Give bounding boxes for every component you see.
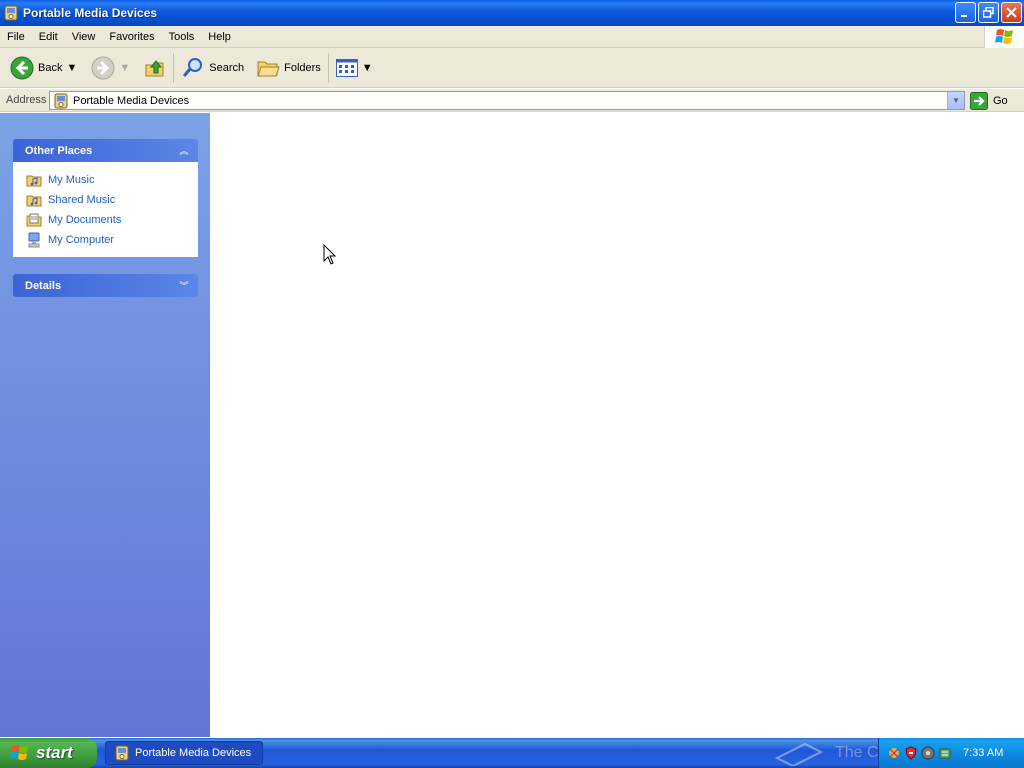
clock[interactable]: 7:33 AM — [963, 747, 1003, 759]
media-device-icon — [115, 745, 129, 761]
music-folder-icon — [26, 175, 42, 187]
start-label: start — [36, 743, 73, 762]
menu-help[interactable]: Help — [201, 27, 238, 47]
toolbar-separator — [327, 52, 329, 83]
menu-edit[interactable]: Edit — [32, 27, 65, 47]
other-places-header[interactable]: Other Places ︽ — [13, 139, 198, 162]
watermark-logo-icon — [775, 742, 824, 766]
menu-tools[interactable]: Tools — [162, 27, 202, 47]
tray-network-icon[interactable] — [887, 746, 901, 760]
system-tray: 7:33 AM — [878, 738, 1024, 768]
folders-button[interactable]: Folders — [252, 51, 325, 85]
search-label: Search — [209, 61, 245, 74]
place-label: My Computer — [48, 234, 115, 246]
place-label: Shared Music — [48, 194, 116, 206]
place-my-music[interactable]: My Music — [26, 170, 197, 190]
minimize-icon — [961, 15, 967, 17]
tray-security-shield-icon[interactable] — [904, 746, 918, 760]
task-pane: Other Places ︽ My Music Shared Music My … — [0, 113, 210, 737]
forward-arrow-icon — [91, 56, 115, 79]
collapse-chevron-icon[interactable]: ︽ — [176, 143, 192, 159]
up-folder-button[interactable] — [140, 51, 170, 85]
details-box: Details ︾ — [13, 274, 198, 297]
taskbar: start Portable Media Devices The Compute… — [0, 738, 1024, 768]
back-button[interactable]: Back ▼ — [6, 51, 81, 85]
expand-chevron-icon[interactable]: ︾ — [176, 278, 192, 294]
place-my-documents[interactable]: My Documents — [26, 210, 197, 230]
other-places-list: My Music Shared Music My Documents My Co… — [13, 162, 198, 257]
place-label: My Music — [48, 174, 95, 186]
go-arrow-icon — [970, 91, 988, 110]
media-device-icon — [54, 93, 68, 108]
place-label: My Documents — [48, 214, 122, 226]
minimize-button[interactable] — [955, 2, 976, 23]
title-bar[interactable]: Portable Media Devices — [0, 0, 1024, 26]
place-shared-music[interactable]: Shared Music — [26, 190, 197, 210]
windows-logo-icon — [10, 745, 28, 760]
chevron-down-icon: ▼ — [952, 96, 960, 105]
views-icon — [335, 58, 358, 77]
taskbar-window-button[interactable]: Portable Media Devices — [105, 741, 263, 765]
back-dropdown-icon[interactable]: ▼ — [66, 62, 77, 74]
forward-button[interactable]: ▼ — [87, 51, 134, 85]
close-icon — [1006, 7, 1017, 18]
media-device-icon — [4, 5, 18, 21]
other-places-title: Other Places — [25, 144, 93, 157]
folders-label: Folders — [284, 61, 321, 74]
toolbar: Back ▼ ▼ Search Folders ▼ — [0, 48, 1024, 88]
details-title: Details — [25, 279, 62, 292]
up-folder-icon — [145, 59, 164, 76]
documents-folder-icon — [26, 213, 42, 227]
menu-favorites[interactable]: Favorites — [102, 27, 161, 47]
menu-file[interactable]: File — [0, 27, 32, 47]
restore-button[interactable] — [978, 2, 999, 23]
toolbar-separator — [173, 52, 175, 83]
address-bar: Address Portable Media Devices ▼ Go — [0, 89, 1024, 112]
close-button[interactable] — [1001, 2, 1022, 23]
go-label: Go — [993, 94, 1008, 107]
window-title: Portable Media Devices — [23, 6, 158, 20]
views-button[interactable]: ▼ — [332, 51, 377, 85]
place-my-computer[interactable]: My Computer — [26, 230, 197, 250]
menu-bar: File Edit View Favorites Tools Help — [0, 26, 1024, 48]
search-icon — [183, 57, 203, 77]
address-dropdown-button[interactable]: ▼ — [947, 92, 964, 109]
search-button[interactable]: Search — [177, 51, 248, 85]
go-button[interactable]: Go — [970, 91, 1008, 110]
views-dropdown-icon[interactable]: ▼ — [362, 62, 373, 74]
details-header[interactable]: Details ︾ — [13, 274, 198, 297]
tray-volume-icon[interactable] — [921, 746, 935, 760]
menu-view[interactable]: View — [65, 27, 103, 47]
folders-icon — [257, 61, 280, 76]
shared-music-folder-icon — [26, 195, 42, 207]
folder-content-area[interactable] — [210, 113, 1024, 737]
address-value: Portable Media Devices — [73, 94, 190, 107]
back-label: Back — [38, 61, 63, 74]
back-arrow-icon — [10, 56, 34, 79]
tray-update-icon[interactable] — [938, 746, 952, 760]
start-button[interactable]: start — [0, 738, 97, 768]
computer-icon — [28, 232, 40, 248]
mouse-cursor-icon — [323, 244, 337, 265]
forward-dropdown-icon[interactable]: ▼ — [119, 62, 130, 74]
restore-icon — [983, 7, 994, 18]
address-input[interactable]: Portable Media Devices ▼ — [49, 91, 965, 110]
taskbar-window-label: Portable Media Devices — [135, 747, 252, 759]
address-label: Address — [6, 94, 47, 106]
windows-logo-icon — [984, 26, 1024, 48]
other-places-box: Other Places ︽ My Music Shared Music My … — [13, 139, 198, 257]
